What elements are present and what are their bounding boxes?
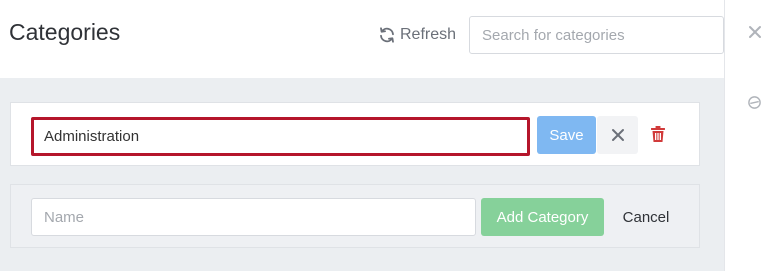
page-title: Categories	[9, 19, 121, 45]
edit-category-row: Save	[10, 102, 700, 166]
category-name-edit-input[interactable]	[31, 117, 530, 156]
categories-header: Categories Refresh	[0, 0, 724, 78]
new-category-name-input[interactable]	[31, 198, 476, 236]
add-category-button[interactable]: Add Category	[481, 198, 604, 236]
cancel-button[interactable]: Cancel	[611, 198, 681, 236]
refresh-button[interactable]: Refresh	[378, 24, 456, 46]
add-category-row: Add Category Cancel	[10, 184, 700, 248]
timer-icon[interactable]	[747, 95, 762, 110]
save-button[interactable]: Save	[537, 116, 596, 154]
delete-button[interactable]	[647, 122, 669, 146]
close-icon	[611, 129, 624, 141]
refresh-icon	[380, 27, 394, 43]
trash-icon	[651, 126, 665, 142]
categories-content: Save Add Category Cancel	[0, 78, 724, 271]
refresh-label: Refresh	[400, 26, 457, 43]
search-input[interactable]	[469, 16, 724, 54]
side-panel	[724, 0, 778, 271]
close-panel-icon[interactable]	[747, 24, 763, 40]
cancel-edit-button[interactable]	[597, 116, 638, 154]
